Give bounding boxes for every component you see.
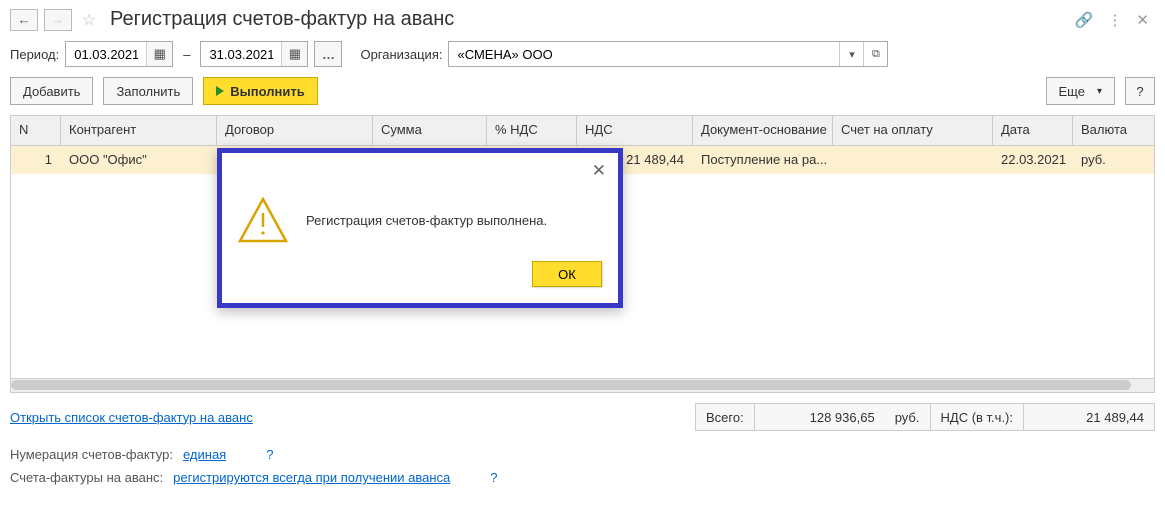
cell-n: 1 — [11, 146, 61, 174]
cell-valuta: руб. — [1073, 146, 1143, 174]
help-button[interactable]: ? — [1125, 77, 1155, 105]
col-date[interactable]: Дата — [993, 116, 1073, 145]
total-currency: руб. — [885, 404, 931, 430]
calendar-icon[interactable]: ▦ — [281, 42, 307, 66]
col-valuta[interactable]: Валюта — [1073, 116, 1143, 145]
nav-back-button[interactable]: ← — [10, 9, 38, 31]
confirmation-dialog: ✕ Регистрация счетов-фактур выполнена. О… — [217, 148, 623, 308]
numbering-link[interactable]: единая — [183, 447, 226, 462]
nav-forward-button[interactable]: → — [44, 9, 72, 31]
total-label: Всего: — [696, 404, 755, 430]
cell-kontragent: ООО "Офис" — [61, 146, 217, 174]
numbering-label: Нумерация счетов-фактур: — [10, 447, 173, 462]
date-from-field[interactable]: ▦ — [65, 41, 173, 67]
date-to-field[interactable]: ▦ — [200, 41, 308, 67]
dropdown-icon[interactable]: ▾ — [839, 42, 863, 66]
col-doc[interactable]: Документ-основание — [693, 116, 833, 145]
run-button[interactable]: Выполнить — [203, 77, 317, 105]
org-label: Организация: — [360, 47, 442, 62]
kebab-menu-icon[interactable]: ⋮ — [1107, 11, 1122, 29]
org-field[interactable]: ▾ ⧉ — [448, 41, 888, 67]
dialog-message: Регистрация счетов-фактур выполнена. — [306, 213, 547, 228]
col-nds[interactable]: НДС — [577, 116, 693, 145]
cell-doc: Поступление на ра... — [693, 146, 833, 174]
sf-label: Счета-фактуры на аванс: — [10, 470, 163, 485]
col-summa[interactable]: Сумма — [373, 116, 487, 145]
col-pnds[interactable]: % НДС — [487, 116, 577, 145]
col-schet[interactable]: Счет на оплату — [833, 116, 993, 145]
add-button[interactable]: Добавить — [10, 77, 93, 105]
open-ref-icon[interactable]: ⧉ — [863, 42, 887, 66]
cell-schet — [833, 146, 993, 174]
help-icon[interactable]: ? — [490, 470, 497, 485]
nds-value: 21 489,44 — [1024, 404, 1154, 430]
help-icon[interactable]: ? — [266, 447, 273, 462]
ok-button[interactable]: ОК — [532, 261, 602, 287]
close-window-icon[interactable]: ✕ — [1136, 11, 1149, 29]
totals-box: Всего: 128 936,65 руб. НДС (в т.ч.): 21 … — [695, 403, 1155, 431]
horizontal-scrollbar[interactable] — [11, 378, 1154, 392]
date-from-input[interactable] — [66, 42, 146, 66]
favorite-star-icon[interactable]: ☆ — [78, 10, 100, 30]
nds-label: НДС (в т.ч.): — [931, 404, 1025, 430]
total-value: 128 936,65 — [755, 404, 885, 430]
more-button[interactable]: Еще▾ — [1046, 77, 1115, 105]
link-icon[interactable]: 🔗 — [1075, 11, 1094, 29]
warning-icon — [238, 197, 288, 243]
open-invoice-list-link[interactable]: Открыть список счетов-фактур на аванс — [10, 410, 253, 425]
period-picker-button[interactable]: … — [314, 41, 342, 67]
org-input[interactable] — [449, 42, 839, 66]
col-n[interactable]: N — [11, 116, 61, 145]
calendar-icon[interactable]: ▦ — [146, 42, 172, 66]
cell-date: 22.03.2021 — [993, 146, 1073, 174]
col-kontragent[interactable]: Контрагент — [61, 116, 217, 145]
col-dogovor[interactable]: Договор — [217, 116, 373, 145]
fill-button[interactable]: Заполнить — [103, 77, 193, 105]
play-icon — [216, 86, 224, 96]
period-label: Период: — [10, 47, 59, 62]
dash: – — [179, 47, 194, 62]
page-title: Регистрация счетов-фактур на аванс — [110, 8, 1069, 31]
close-icon[interactable]: ✕ — [592, 161, 606, 181]
sf-link[interactable]: регистрируются всегда при получении аван… — [173, 470, 450, 485]
date-to-input[interactable] — [201, 42, 281, 66]
